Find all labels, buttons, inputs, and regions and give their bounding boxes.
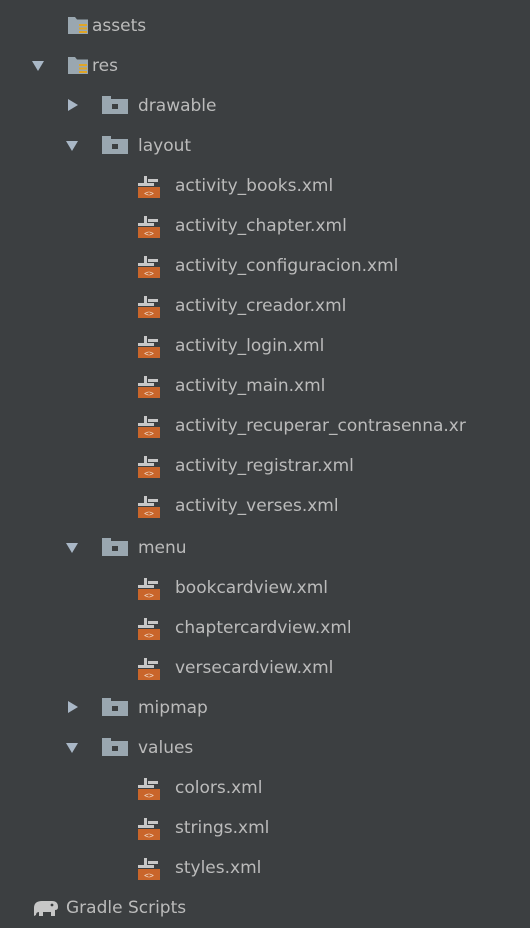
resources-folder-icon (68, 16, 88, 39)
tree-node-label: menu (138, 538, 187, 558)
svg-text:<>: <> (144, 389, 154, 398)
project-tree: assets res drawable layout <> activity_b… (0, 0, 530, 928)
svg-text:<>: <> (144, 429, 154, 438)
xml-file-icon: <> (138, 778, 162, 805)
xml-file-icon: <> (138, 456, 162, 483)
xml-file-icon: <> (138, 578, 162, 605)
tree-file-bookcardview[interactable]: <> bookcardview.xml (0, 568, 530, 608)
tree-file-activity-chapter[interactable]: <> activity_chapter.xml (0, 206, 530, 246)
xml-file-icon: <> (138, 176, 162, 203)
folder-icon (102, 698, 128, 721)
tree-node-menu[interactable]: menu (0, 528, 530, 568)
xml-file-icon: <> (138, 376, 162, 403)
tree-file-styles[interactable]: <> styles.xml (0, 848, 530, 888)
svg-text:<>: <> (144, 791, 154, 800)
svg-text:<>: <> (144, 189, 154, 198)
svg-text:<>: <> (144, 671, 154, 680)
tree-file-activity-verses[interactable]: <> activity_verses.xml (0, 486, 530, 526)
tree-node-res[interactable]: res (0, 46, 530, 86)
tree-file-activity-configuracion[interactable]: <> activity_configuracion.xml (0, 246, 530, 286)
tree-file-activity-recuperar-contrasenna[interactable]: <> activity_recuperar_contrasenna.xr (0, 406, 530, 446)
tree-node-label: Gradle Scripts (66, 898, 187, 918)
tree-node-layout[interactable]: layout (0, 126, 530, 166)
svg-text:<>: <> (144, 309, 154, 318)
xml-file-icon: <> (138, 256, 162, 283)
svg-text:<>: <> (144, 469, 154, 478)
chevron-down-icon[interactable] (66, 543, 78, 553)
tree-file-activity-login[interactable]: <> activity_login.xml (0, 326, 530, 366)
tree-file-activity-books[interactable]: <> activity_books.xml (0, 166, 530, 206)
svg-text:<>: <> (144, 871, 154, 880)
file-name: activity_recuperar_contrasenna.xr (175, 416, 466, 436)
svg-text:<>: <> (144, 269, 154, 278)
folder-icon (102, 136, 128, 159)
resources-folder-icon (68, 56, 88, 79)
tree-file-versecardview[interactable]: <> versecardview.xml (0, 648, 530, 688)
file-name: activity_chapter.xml (175, 216, 347, 236)
svg-text:<>: <> (144, 509, 154, 518)
chevron-down-icon[interactable] (66, 743, 78, 753)
file-name: chaptercardview.xml (175, 618, 352, 638)
file-name: activity_books.xml (175, 176, 334, 196)
tree-node-values[interactable]: values (0, 728, 530, 768)
xml-file-icon: <> (138, 416, 162, 443)
tree-file-chaptercardview[interactable]: <> chaptercardview.xml (0, 608, 530, 648)
file-name: activity_configuracion.xml (175, 256, 399, 276)
xml-file-icon: <> (138, 296, 162, 323)
chevron-down-icon[interactable] (32, 61, 44, 71)
tree-node-label: assets (92, 16, 147, 36)
tree-node-label: layout (138, 136, 192, 156)
file-name: activity_registrar.xml (175, 456, 354, 476)
file-name: styles.xml (175, 858, 262, 878)
file-name: colors.xml (175, 778, 263, 798)
folder-icon (102, 738, 128, 761)
xml-file-icon: <> (138, 496, 162, 523)
tree-node-drawable[interactable]: drawable (0, 86, 530, 126)
file-name: activity_login.xml (175, 336, 325, 356)
gradle-elephant-icon (30, 898, 60, 923)
svg-text:<>: <> (144, 591, 154, 600)
folder-icon (102, 96, 128, 119)
chevron-down-icon[interactable] (66, 141, 78, 151)
file-name: strings.xml (175, 818, 270, 838)
tree-file-colors[interactable]: <> colors.xml (0, 768, 530, 808)
xml-file-icon: <> (138, 658, 162, 685)
tree-node-label: mipmap (138, 698, 208, 718)
tree-node-label: drawable (138, 96, 217, 116)
tree-file-activity-main[interactable]: <> activity_main.xml (0, 366, 530, 406)
file-name: activity_verses.xml (175, 496, 339, 516)
xml-file-icon: <> (138, 818, 162, 845)
svg-text:<>: <> (144, 631, 154, 640)
svg-text:<>: <> (144, 349, 154, 358)
file-name: versecardview.xml (175, 658, 334, 678)
svg-text:<>: <> (144, 831, 154, 840)
tree-file-activity-registrar[interactable]: <> activity_registrar.xml (0, 446, 530, 486)
folder-icon (102, 538, 128, 561)
chevron-right-icon[interactable] (68, 701, 78, 713)
chevron-right-icon[interactable] (68, 99, 78, 111)
tree-node-mipmap[interactable]: mipmap (0, 688, 530, 728)
svg-text:<>: <> (144, 229, 154, 238)
file-name: bookcardview.xml (175, 578, 329, 598)
xml-file-icon: <> (138, 216, 162, 243)
tree-file-strings[interactable]: <> strings.xml (0, 808, 530, 848)
xml-file-icon: <> (138, 336, 162, 363)
tree-file-activity-creador[interactable]: <> activity_creador.xml (0, 286, 530, 326)
tree-node-assets[interactable]: assets (0, 6, 530, 46)
xml-file-icon: <> (138, 858, 162, 885)
tree-node-gradle-scripts[interactable]: Gradle Scripts (0, 888, 530, 928)
tree-node-label: res (92, 56, 118, 76)
xml-file-icon: <> (138, 618, 162, 645)
tree-node-label: values (138, 738, 194, 758)
file-name: activity_creador.xml (175, 296, 347, 316)
file-name: activity_main.xml (175, 376, 326, 396)
